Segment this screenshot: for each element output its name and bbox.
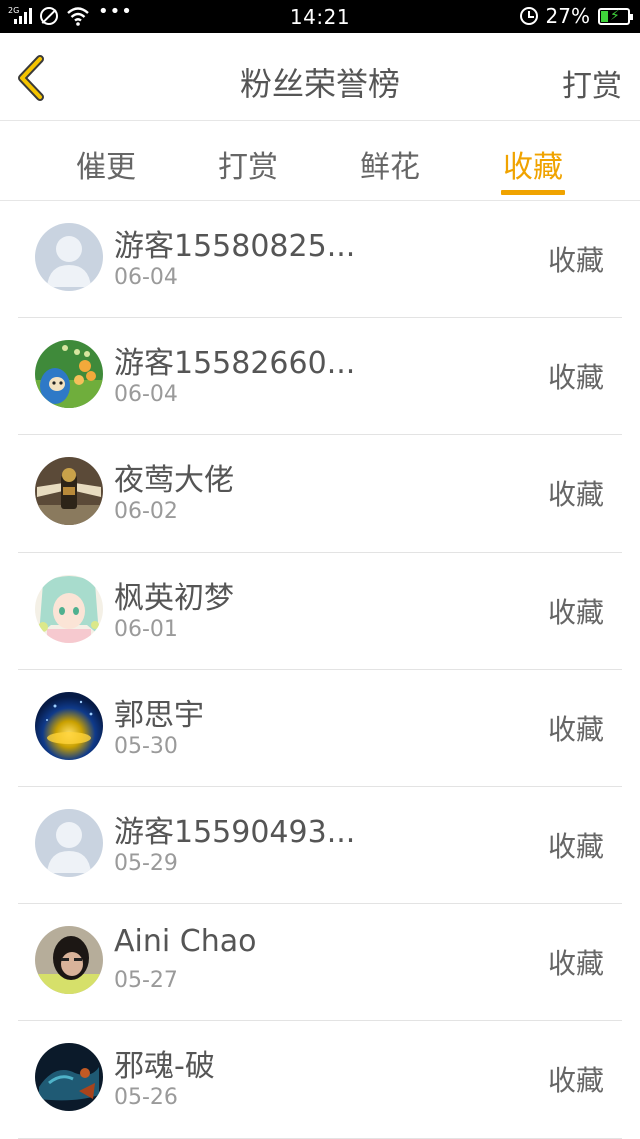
alarm-icon bbox=[519, 7, 538, 25]
dragon-avatar bbox=[35, 1043, 103, 1112]
favorite-date: 06-04 bbox=[114, 265, 178, 290]
list-item[interactable]: 夜莺大佬 06-02 收藏 bbox=[18, 435, 622, 553]
anime-avatar bbox=[35, 574, 103, 643]
user-name: 夜莺大佬 bbox=[114, 463, 234, 499]
list-item[interactable]: Aini Chao 05-27 收藏 bbox=[18, 904, 622, 1022]
tab-favorites[interactable]: 收藏 bbox=[483, 142, 583, 186]
action-label: 收藏 bbox=[547, 947, 604, 981]
battery-charging-icon: ⚡ bbox=[598, 7, 633, 25]
favorite-date: 06-04 bbox=[114, 382, 178, 408]
reward-button[interactable]: 打赏 bbox=[562, 61, 622, 105]
favorite-date: 06-02 bbox=[114, 499, 178, 525]
navigation-bar: 粉丝荣誉榜 打赏 bbox=[0, 33, 640, 121]
space-avatar bbox=[35, 691, 103, 760]
photo-avatar bbox=[35, 926, 103, 995]
user-name: Aini Chao bbox=[114, 924, 257, 960]
user-name: 邪魂-破 bbox=[114, 1049, 215, 1085]
favorite-date: 06-01 bbox=[114, 616, 178, 642]
fan-list: 游客15580825... 06-04 收藏 游客15582660... 06-… bbox=[18, 201, 622, 1139]
status-right: 27% ⚡ bbox=[519, 4, 633, 28]
list-item[interactable]: 游客15590493... 05-29 收藏 bbox=[18, 787, 622, 905]
default-avatar bbox=[35, 808, 103, 877]
list-item[interactable]: 游客15580825... 06-04 收藏 bbox=[18, 201, 622, 319]
action-label: 收藏 bbox=[547, 478, 604, 512]
user-name: 游客15580825... bbox=[114, 229, 356, 264]
user-name: 游客15582660... bbox=[114, 346, 356, 382]
list-item[interactable]: 邪魂-破 05-26 收藏 bbox=[18, 1021, 622, 1139]
list-item[interactable]: 游客15582660... 06-04 收藏 bbox=[18, 318, 622, 436]
action-label: 收藏 bbox=[547, 361, 604, 395]
cartoon-avatar bbox=[35, 340, 103, 409]
favorite-date: 05-29 bbox=[114, 850, 178, 876]
user-name: 枫英初梦 bbox=[114, 580, 234, 616]
tab-flowers[interactable]: 鲜花 bbox=[340, 142, 440, 186]
favorite-date: 05-30 bbox=[114, 733, 178, 759]
favorite-date: 05-27 bbox=[114, 968, 178, 994]
battery-percent: 27% bbox=[545, 4, 590, 28]
action-label: 收藏 bbox=[547, 244, 604, 277]
figure-avatar bbox=[35, 457, 103, 526]
action-label: 收藏 bbox=[547, 595, 604, 629]
active-tab-indicator bbox=[501, 190, 565, 195]
list-item[interactable]: 郭思宇 05-30 收藏 bbox=[18, 670, 622, 787]
tab-reward[interactable]: 打赏 bbox=[198, 142, 298, 186]
list-item[interactable]: 枫英初梦 06-01 收藏 bbox=[18, 553, 622, 670]
tab-bar: 催更 打赏 鲜花 收藏 bbox=[0, 122, 640, 201]
action-label: 收藏 bbox=[547, 829, 604, 863]
user-name: 郭思宇 bbox=[114, 697, 204, 733]
favorite-date: 05-26 bbox=[114, 1085, 178, 1111]
page-title: 粉丝荣誉榜 bbox=[239, 65, 400, 103]
action-label: 收藏 bbox=[547, 712, 604, 746]
tab-urge[interactable]: 催更 bbox=[56, 142, 156, 186]
default-avatar bbox=[35, 223, 103, 291]
action-label: 收藏 bbox=[547, 1064, 604, 1098]
user-name: 游客15590493... bbox=[114, 814, 356, 850]
status-bar: 2G ••• 14:21 27% ⚡ bbox=[0, 0, 640, 33]
